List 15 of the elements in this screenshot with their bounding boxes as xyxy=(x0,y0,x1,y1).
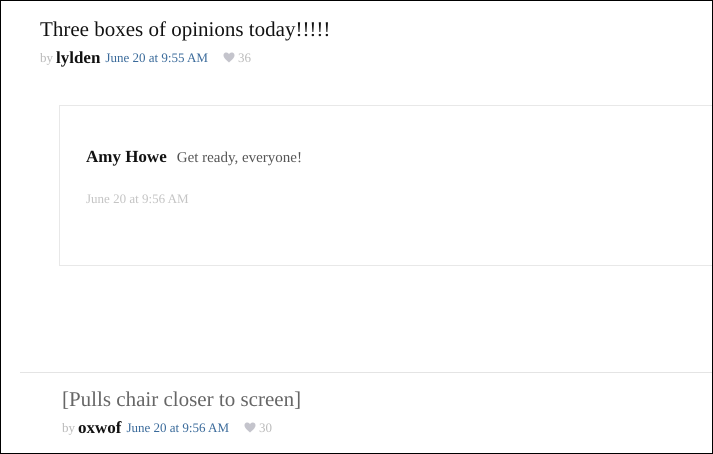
by-label: by xyxy=(40,49,53,67)
like-count: 36 xyxy=(238,49,251,67)
post-title: Three boxes of opinions today!!!!! xyxy=(40,16,332,43)
reply-text: Get ready, everyone! xyxy=(176,148,302,168)
timestamp-link[interactable]: June 20 at 9:56 AM xyxy=(126,418,230,437)
reply-author: Amy Howe xyxy=(86,146,167,168)
heart-icon[interactable] xyxy=(222,52,235,64)
reply-timestamp: June 20 at 9:56 AM xyxy=(86,190,190,208)
timestamp-link[interactable]: June 20 at 9:55 AM xyxy=(105,48,208,68)
by-label: by xyxy=(62,418,75,437)
heart-icon[interactable] xyxy=(244,422,256,433)
author-link[interactable]: lylden xyxy=(56,45,100,70)
like-count: 30 xyxy=(259,418,272,436)
author-link[interactable]: oxwof xyxy=(78,414,122,440)
post-title: [Pulls chair closer to screen] xyxy=(62,386,302,412)
